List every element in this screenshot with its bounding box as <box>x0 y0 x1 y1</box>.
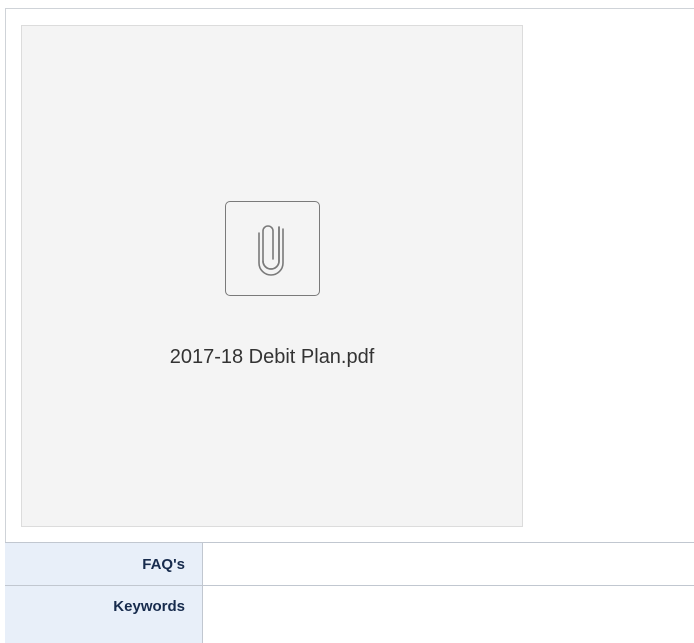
row-header-faqs: FAQ's <box>5 543 203 585</box>
divider <box>5 8 694 9</box>
attachment-file-name[interactable]: 2017-18 Debit Plan.pdf <box>22 346 522 369</box>
row-value-keywords <box>203 586 694 643</box>
page: 2017-18 Debit Plan.pdf FAQ's Keywords <box>0 0 694 643</box>
row-value-faqs <box>203 543 694 585</box>
details-table: FAQ's Keywords <box>5 542 694 643</box>
table-row: Keywords <box>5 585 694 643</box>
paperclip-icon <box>225 201 320 296</box>
row-header-keywords: Keywords <box>5 586 203 643</box>
attachment-preview-card[interactable]: 2017-18 Debit Plan.pdf <box>21 25 523 527</box>
table-row: FAQ's <box>5 542 694 585</box>
